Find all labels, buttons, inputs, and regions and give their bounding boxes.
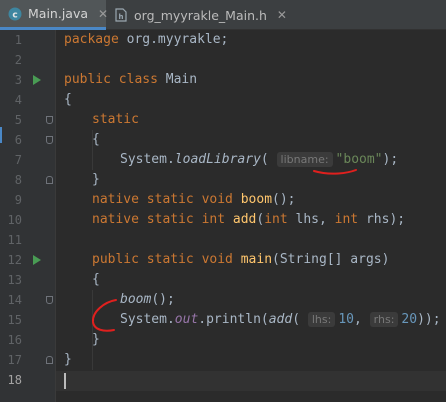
- line-number: 5: [14, 113, 22, 127]
- fold-toggle-icon[interactable]: [46, 136, 53, 144]
- line-number: 16: [7, 333, 22, 347]
- svg-text:c: c: [12, 10, 17, 20]
- editor-tab-bar: c Main.java ✕ h org_myyrakle_Main.h ✕: [0, 0, 446, 30]
- line-number: 3: [14, 73, 22, 87]
- line-number: 10: [7, 213, 22, 227]
- fold-toggle-icon[interactable]: [46, 116, 53, 124]
- svg-text:h: h: [119, 13, 124, 21]
- fold-toggle-icon[interactable]: [46, 296, 53, 304]
- header-file-icon: h: [114, 8, 128, 22]
- tab-main-java[interactable]: c Main.java ✕: [0, 0, 108, 30]
- line-number: 7: [14, 153, 22, 167]
- fold-toggle-icon[interactable]: [46, 176, 53, 184]
- line-number: 1: [14, 33, 22, 47]
- editor-gutter: 1 2 3 4 5 6 7 8 9 10 11 12 13 14 15 16 1…: [0, 30, 56, 402]
- code-editor[interactable]: package org.myyrakle; public class Main …: [56, 30, 446, 402]
- tab-org-myyrakle-main-h[interactable]: h org_myyrakle_Main.h ✕: [106, 0, 287, 30]
- line-number: 8: [14, 173, 22, 187]
- line-number: 18: [7, 373, 22, 387]
- underline-annotation: [313, 169, 357, 175]
- run-gutter-icon[interactable]: [33, 75, 41, 85]
- red-annotation-marks: [91, 169, 357, 332]
- line-number: 14: [7, 293, 22, 307]
- line-number: 12: [7, 253, 22, 267]
- java-class-icon: c: [8, 7, 22, 21]
- line-number: 9: [14, 193, 22, 207]
- bracket-annotation: [91, 299, 117, 332]
- line-number: 15: [7, 313, 22, 327]
- tab-label: org_myyrakle_Main.h: [134, 7, 267, 23]
- run-gutter-icon[interactable]: [33, 255, 41, 265]
- line-number: 2: [14, 53, 22, 67]
- close-tab-icon[interactable]: ✕: [277, 8, 287, 22]
- line-number: 6: [14, 133, 22, 147]
- line-number: 13: [7, 273, 22, 287]
- line-number: 17: [7, 353, 22, 367]
- tab-label: Main.java: [28, 6, 89, 21]
- fold-toggle-icon[interactable]: [46, 356, 53, 364]
- line-number: 11: [7, 233, 22, 247]
- line-number: 4: [14, 93, 22, 107]
